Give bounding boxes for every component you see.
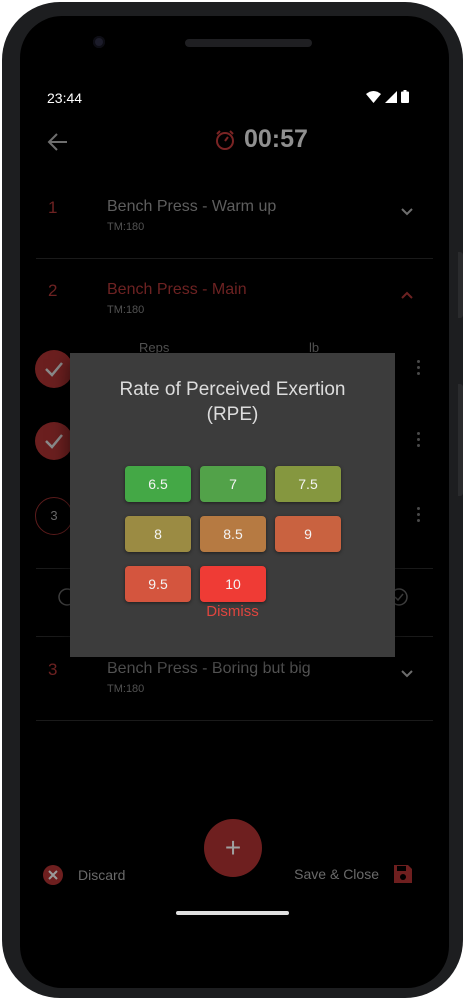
rpe-option-9[interactable]: 9 bbox=[275, 516, 341, 552]
set-complete-button[interactable] bbox=[35, 422, 73, 460]
rest-timer[interactable]: 00:57 bbox=[214, 125, 308, 154]
discard-button[interactable]: Discard bbox=[42, 864, 125, 886]
chevron-up-icon[interactable] bbox=[399, 287, 415, 303]
close-circle-icon bbox=[43, 865, 63, 885]
more-icon[interactable] bbox=[417, 432, 421, 450]
rpe-dialog: Rate of Perceived Exertion (RPE) 6.5 7 7… bbox=[70, 353, 395, 657]
app-bar: 00:57 bbox=[20, 121, 449, 165]
exercise-list: 1 Bench Press - Warm up TM:180 2 Bench P… bbox=[20, 176, 449, 341]
exercise-number: 1 bbox=[48, 198, 58, 217]
home-indicator[interactable] bbox=[176, 911, 289, 915]
battery-icon bbox=[401, 90, 409, 103]
rpe-option-8-5[interactable]: 8.5 bbox=[200, 516, 266, 552]
exercise-item[interactable]: 1 Bench Press - Warm up TM:180 bbox=[36, 176, 433, 259]
exercise-number: 2 bbox=[48, 281, 58, 300]
plus-icon: + bbox=[224, 832, 242, 863]
rpe-option-6-5[interactable]: 6.5 bbox=[125, 466, 191, 502]
save-close-label: Save & Close bbox=[294, 866, 379, 882]
chevron-down-icon[interactable] bbox=[399, 204, 415, 220]
camera bbox=[93, 36, 105, 48]
set-number-button[interactable]: 3 bbox=[35, 497, 73, 535]
wifi-icon bbox=[366, 90, 381, 103]
exercise-title: Bench Press - Boring but big bbox=[107, 660, 311, 677]
exercise-subtitle: TM:180 bbox=[107, 221, 145, 233]
phone-frame: 23:44 00:57 1 Bench Press - Warm up TM:1… bbox=[2, 2, 463, 998]
volume-button bbox=[458, 384, 463, 496]
rpe-option-7-5[interactable]: 7.5 bbox=[275, 466, 341, 502]
save-close-button[interactable]: Save & Close bbox=[294, 864, 413, 884]
timer-text: 00:57 bbox=[244, 125, 308, 153]
checkmark-icon bbox=[45, 362, 63, 377]
set-complete-button[interactable] bbox=[35, 350, 73, 388]
exercise-number: 3 bbox=[48, 660, 58, 679]
save-icon bbox=[394, 865, 412, 883]
exercise-subtitle: TM:180 bbox=[107, 683, 145, 695]
rpe-option-9-5[interactable]: 9.5 bbox=[125, 566, 191, 602]
power-button bbox=[458, 252, 463, 318]
status-time: 23:44 bbox=[47, 90, 83, 106]
exercise-title: Bench Press - Main bbox=[107, 281, 247, 298]
signal-icon bbox=[385, 90, 397, 103]
speaker bbox=[185, 39, 312, 47]
add-exercise-button[interactable]: + bbox=[204, 819, 262, 877]
dialog-title-line: Rate of Perceived Exertion bbox=[119, 379, 346, 400]
rpe-option-8[interactable]: 8 bbox=[125, 516, 191, 552]
rpe-option-7[interactable]: 7 bbox=[200, 466, 266, 502]
back-arrow-icon[interactable] bbox=[47, 131, 69, 153]
exercise-title: Bench Press - Warm up bbox=[107, 198, 277, 215]
dismiss-button[interactable]: Dismiss bbox=[70, 603, 395, 620]
exercise-subtitle: TM:180 bbox=[107, 304, 145, 316]
chevron-down-icon[interactable] bbox=[399, 666, 415, 682]
dialog-title: Rate of Perceived Exertion (RPE) bbox=[70, 377, 395, 427]
more-icon[interactable] bbox=[417, 507, 421, 525]
rpe-option-10[interactable]: 10 bbox=[200, 566, 266, 602]
exercise-item[interactable]: 2 Bench Press - Main TM:180 bbox=[36, 259, 433, 341]
dialog-title-line: (RPE) bbox=[206, 404, 259, 425]
more-icon[interactable] bbox=[417, 360, 421, 378]
discard-label: Discard bbox=[78, 867, 126, 883]
status-icons bbox=[366, 90, 409, 103]
checkmark-icon bbox=[45, 434, 63, 449]
timer-icon bbox=[216, 129, 234, 150]
screen: 23:44 00:57 1 Bench Press - Warm up TM:1… bbox=[20, 16, 449, 988]
